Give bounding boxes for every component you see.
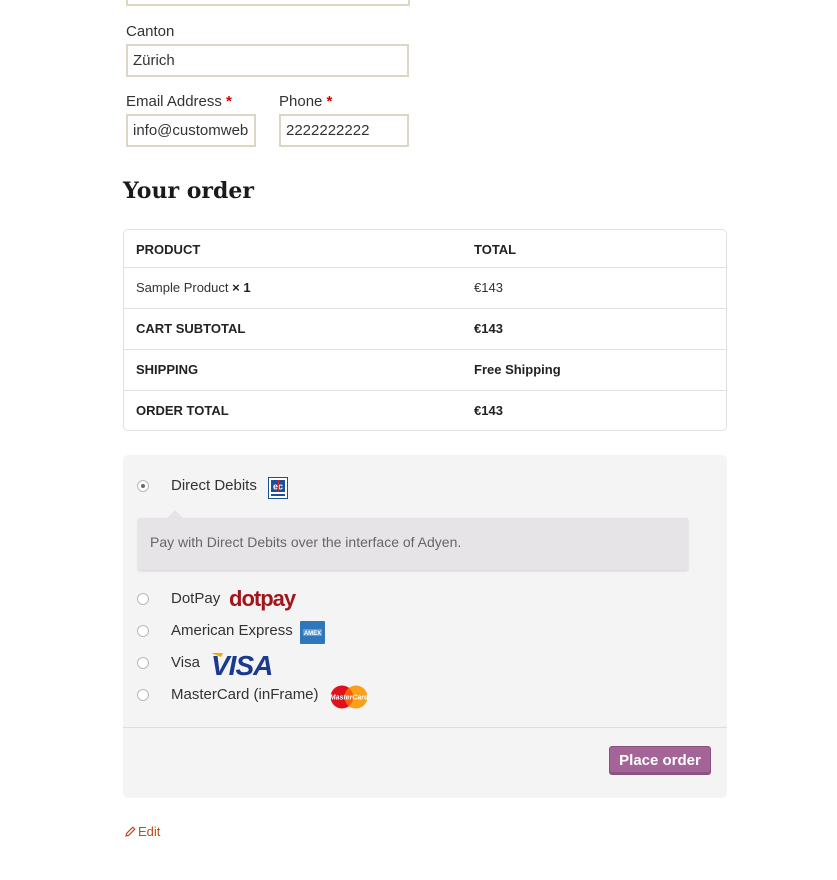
- payment-radio-visa[interactable]: [137, 657, 149, 669]
- header-total: TOTAL: [474, 242, 517, 257]
- header-product: PRODUCT: [136, 242, 201, 257]
- description-arrow: [167, 510, 183, 518]
- previous-field-bottom: [126, 0, 410, 6]
- edit-label[interactable]: Edit: [138, 824, 160, 839]
- dotpay-logo-icon: dotpay: [229, 587, 298, 611]
- required-marker: *: [226, 93, 232, 110]
- payment-radio-direct-debits[interactable]: [137, 480, 149, 492]
- payment-radio-amex[interactable]: [137, 625, 149, 637]
- item-total: €143: [474, 280, 503, 295]
- order-total-label: ORDER TOTAL: [136, 403, 229, 418]
- payment-description: Pay with Direct Debits over the interfac…: [150, 534, 462, 550]
- email-input[interactable]: [126, 114, 256, 147]
- phone-input[interactable]: [279, 114, 409, 147]
- amex-logo-icon: AMEX: [300, 621, 325, 644]
- order-total-row: ORDER TOTAL €143: [124, 390, 726, 430]
- payment-label-direct-debits[interactable]: Direct Debits: [171, 477, 257, 494]
- payment-label-visa[interactable]: Visa: [171, 654, 200, 671]
- shipping-label: SHIPPING: [136, 362, 199, 377]
- place-order-button[interactable]: Place order: [609, 746, 711, 775]
- payment-method-amex[interactable]: American Express AMEX: [137, 620, 357, 644]
- payment-label-dotpay[interactable]: DotPay: [171, 590, 220, 607]
- shipping-row: SHIPPING Free Shipping: [124, 349, 726, 390]
- subtotal-value: €143: [474, 321, 503, 336]
- phone-label: Phone *: [279, 93, 333, 110]
- required-marker: *: [326, 93, 333, 110]
- visa-logo-text: VISA: [211, 650, 272, 678]
- subtotal-label: CART SUBTOTAL: [136, 321, 246, 336]
- payment-box: Direct Debits ec Pay with Direct Debits …: [123, 455, 727, 798]
- payment-radio-mastercard[interactable]: [137, 689, 149, 701]
- mastercard-logo-text: MasterCard: [330, 695, 369, 702]
- order-review-table: PRODUCT TOTAL Sample Product × 1 €143 CA…: [123, 229, 727, 431]
- edit-link[interactable]: Edit: [125, 824, 160, 839]
- svg-text:AMEX: AMEX: [304, 631, 321, 637]
- dotpay-logo-dot-text: dotpay: [229, 587, 297, 611]
- email-label: Email Address *: [126, 93, 232, 110]
- pencil-icon: [125, 826, 136, 837]
- table-header-row: PRODUCT TOTAL: [124, 230, 726, 271]
- shipping-value: Free Shipping: [474, 362, 561, 377]
- payment-method-dotpay[interactable]: DotPay dotpay: [137, 587, 337, 612]
- payment-description-box: Pay with Direct Debits over the interfac…: [138, 518, 688, 570]
- table-row: Sample Product × 1 €143: [124, 267, 726, 308]
- payment-label-amex[interactable]: American Express: [171, 622, 293, 639]
- payment-radio-dotpay[interactable]: [137, 593, 149, 605]
- canton-label: Canton: [126, 23, 175, 40]
- canton-input[interactable]: [126, 44, 409, 77]
- your-order-heading: Your order: [123, 178, 254, 204]
- item-cell: Sample Product × 1: [136, 268, 251, 308]
- subtotal-row: CART SUBTOTAL €143: [124, 308, 726, 349]
- item-name: Sample Product: [136, 280, 229, 295]
- mastercard-logo-icon: MasterCard: [330, 685, 369, 709]
- payment-method-visa[interactable]: Visa VISA: [137, 650, 337, 678]
- item-qty: × 1: [232, 280, 251, 295]
- payment-label-mastercard[interactable]: MasterCard (inFrame): [171, 686, 319, 703]
- payment-method-direct-debits[interactable]: Direct Debits ec: [137, 475, 337, 499]
- payment-method-mastercard[interactable]: MasterCard (inFrame) MasterCard: [137, 684, 397, 709]
- order-total-value: €143: [474, 403, 503, 418]
- visa-logo-icon: VISA: [211, 650, 273, 678]
- direct-debit-ec-icon: ec: [268, 477, 288, 499]
- payment-divider: [123, 727, 727, 728]
